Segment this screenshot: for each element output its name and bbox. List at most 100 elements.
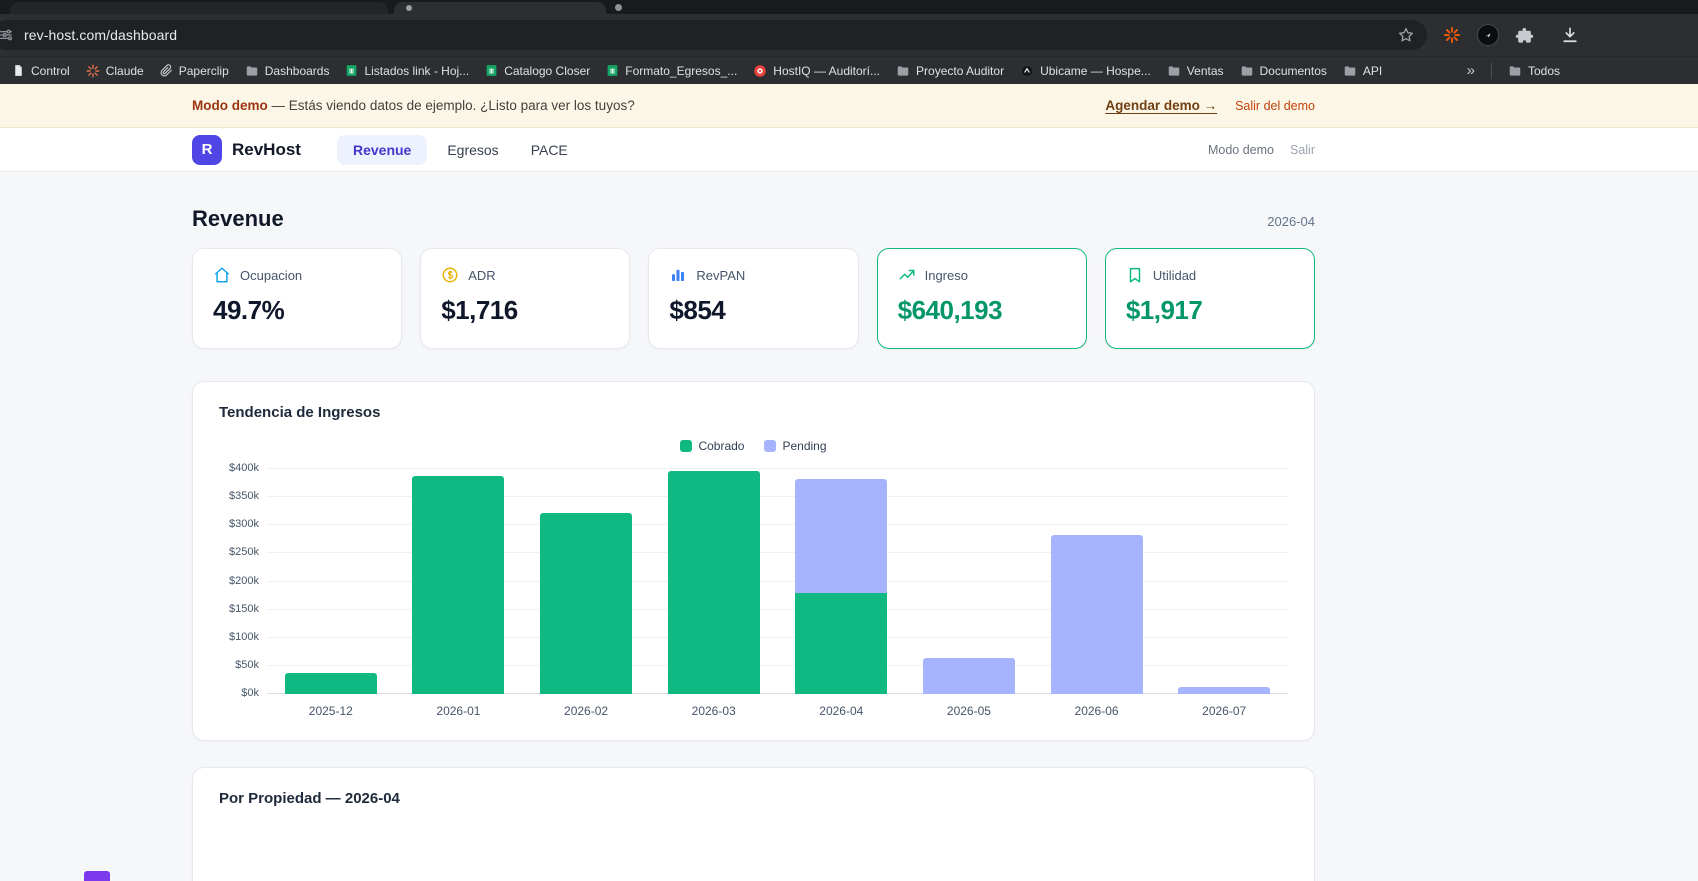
bookmark-item[interactable]: Claude: [78, 61, 152, 81]
bookmark-label: Control: [31, 63, 70, 78]
browser-tab[interactable]: [10, 2, 388, 14]
bookmark-item[interactable]: HostIQ — Auditorí...: [745, 61, 888, 81]
x-axis-label: 2026-02: [564, 704, 609, 718]
bookmark-label: Ventas: [1186, 63, 1224, 78]
bookmark-item[interactable]: Paperclip: [152, 61, 237, 81]
agendar-demo-link[interactable]: Agendar demo →: [1105, 98, 1217, 113]
y-axis-tick: $150k: [229, 602, 259, 615]
bookmark-item[interactable]: Formato_Egresos_...: [598, 61, 745, 81]
tab-favicon: [406, 5, 412, 11]
extensions-puzzle-icon[interactable]: [1515, 26, 1534, 45]
trend-icon: [898, 266, 916, 284]
kpi-label: Ingreso: [924, 267, 968, 283]
sheets-icon: [345, 64, 358, 77]
plot-area: [267, 468, 1288, 694]
page-title: Revenue: [192, 206, 284, 231]
nav-tab-pace[interactable]: PACE: [519, 135, 580, 165]
app-header: R RevHost Revenue Egresos PACE Modo demo S…: [0, 128, 1698, 172]
bookmark-item[interactable]: Proyecto Auditor: [888, 61, 1012, 81]
bar-group: [395, 469, 523, 694]
bookmark-label: Todos: [1527, 63, 1560, 78]
bookmark-label: Catalogo Closer: [504, 63, 591, 78]
bar-chart: $0k $50k $100k $150k $200k $250k $300k $350k $40…: [219, 463, 1288, 699]
bookmark-item[interactable]: Catalogo Closer: [477, 61, 598, 81]
brand: R RevHost: [192, 134, 301, 165]
bar-segment-cobrado: [412, 475, 505, 694]
y-axis-tick: $400k: [229, 462, 259, 474]
kpi-row: Ocupacion 49.7% ADR $1,716 RevPAN $854 Ingreso…: [192, 248, 1316, 349]
page-icon: [12, 64, 25, 77]
kpi-value: $1,716: [441, 295, 518, 325]
bookmark-item[interactable]: Ubicame — Hospe...: [1012, 61, 1159, 81]
claude-icon: [86, 63, 100, 78]
chart-title: Tendencia de Ingresos: [219, 404, 381, 421]
kpi-label: RevPAN: [696, 267, 746, 283]
chart-legend: Cobrado Pending: [219, 439, 1288, 453]
bookmark-item[interactable]: Dashboards: [237, 61, 338, 81]
x-axis-label: 2026-03: [691, 704, 736, 718]
folder-icon: [1240, 64, 1254, 78]
period-label: 2026-04: [1267, 214, 1315, 229]
bookmark-label: API: [1362, 63, 1383, 78]
profile-avatar[interactable]: [1477, 24, 1499, 46]
bookmark-star-icon[interactable]: [1397, 26, 1415, 44]
bookmark-label: HostIQ — Auditorí...: [773, 63, 881, 78]
folder-icon: [1343, 64, 1357, 78]
header-salir-link[interactable]: Salir: [1290, 143, 1315, 157]
kpi-label: Utilidad: [1152, 267, 1197, 283]
extension-starburst-icon[interactable]: [1443, 26, 1461, 44]
browser-window: rev-host.com/dashboard Control Claude Pape…: [0, 0, 1698, 881]
bookmark-icon: [1126, 266, 1144, 284]
bookmark-item[interactable]: Documentos: [1232, 61, 1335, 81]
bookmark-item-todos[interactable]: Todos: [1500, 61, 1568, 81]
bookmarks-divider: [1490, 62, 1492, 79]
y-axis-tick: $200k: [229, 574, 259, 587]
y-axis-tick: $50k: [235, 658, 259, 671]
browser-toolbar: rev-host.com/dashboard: [0, 14, 1698, 56]
kpi-label: ADR: [468, 267, 496, 283]
folder-icon: [896, 64, 910, 78]
bookmark-item[interactable]: Ventas: [1159, 61, 1232, 81]
bar-group: [267, 469, 395, 694]
bar-columns: [267, 469, 1288, 694]
browser-tab-active[interactable]: [394, 2, 606, 14]
bar-group: [905, 469, 1033, 694]
x-axis-label: 2025-12: [308, 704, 353, 718]
y-axis: $0k $50k $100k $150k $200k $250k $300k $350k $40…: [219, 463, 267, 699]
bookmark-label: Proyecto Auditor: [916, 63, 1005, 78]
demo-banner-bold: Modo demo: [192, 98, 268, 113]
bookmark-item[interactable]: API: [1335, 61, 1390, 81]
bookmark-item[interactable]: Listados link - Hoj...: [337, 61, 477, 81]
bar-segment-pending: [795, 479, 888, 593]
kpi-card-utilidad: Utilidad $1,917: [1104, 248, 1316, 349]
folder-icon: [245, 64, 259, 78]
mode-label: Modo demo: [1207, 142, 1274, 157]
por-propiedad-card: Por Propiedad — 2026-04: [192, 767, 1315, 881]
salir-del-demo-link[interactable]: Salir del demo: [1235, 99, 1315, 113]
x-axis-label: 2026-05: [946, 704, 991, 718]
bookmark-label: Formato_Egresos_...: [625, 63, 738, 78]
x-axis: 2025-12 2026-01 2026-02 2026-03 2026-04 2026-…: [267, 704, 1288, 718]
bar-group: [522, 469, 650, 694]
bookmark-label: Claude: [105, 63, 144, 78]
folder-icon: [1508, 64, 1522, 78]
kpi-card-revpan: RevPAN $854: [648, 248, 859, 349]
nav-tab-revenue[interactable]: Revenue: [336, 134, 428, 165]
dollar-icon: [441, 266, 459, 284]
legend-item-cobrado: Cobrado: [680, 439, 744, 453]
bookmark-label: Dashboards: [264, 63, 330, 78]
bookmarks-overflow-chevron[interactable]: »: [1459, 62, 1483, 79]
site-info-icon[interactable]: [0, 27, 14, 43]
y-axis-tick: $0k: [241, 687, 259, 699]
address-bar[interactable]: rev-host.com/dashboard: [0, 20, 1427, 50]
nav-tab-egresos[interactable]: Egresos: [435, 135, 510, 165]
main-content: Revenue 2026-04 Ocupacion 49.7% ADR $1,716 R…: [0, 172, 1698, 881]
chart-icon: [669, 266, 687, 284]
url-text[interactable]: rev-host.com/dashboard: [24, 27, 177, 43]
bookmark-item[interactable]: Control: [4, 61, 78, 81]
paperclip-icon: [160, 64, 173, 77]
bookmark-label: Ubicame — Hospe...: [1040, 63, 1151, 78]
bar-segment-pending: [1178, 687, 1271, 694]
new-tab-dot[interactable]: [615, 4, 622, 11]
downloads-icon[interactable]: [1560, 25, 1580, 45]
